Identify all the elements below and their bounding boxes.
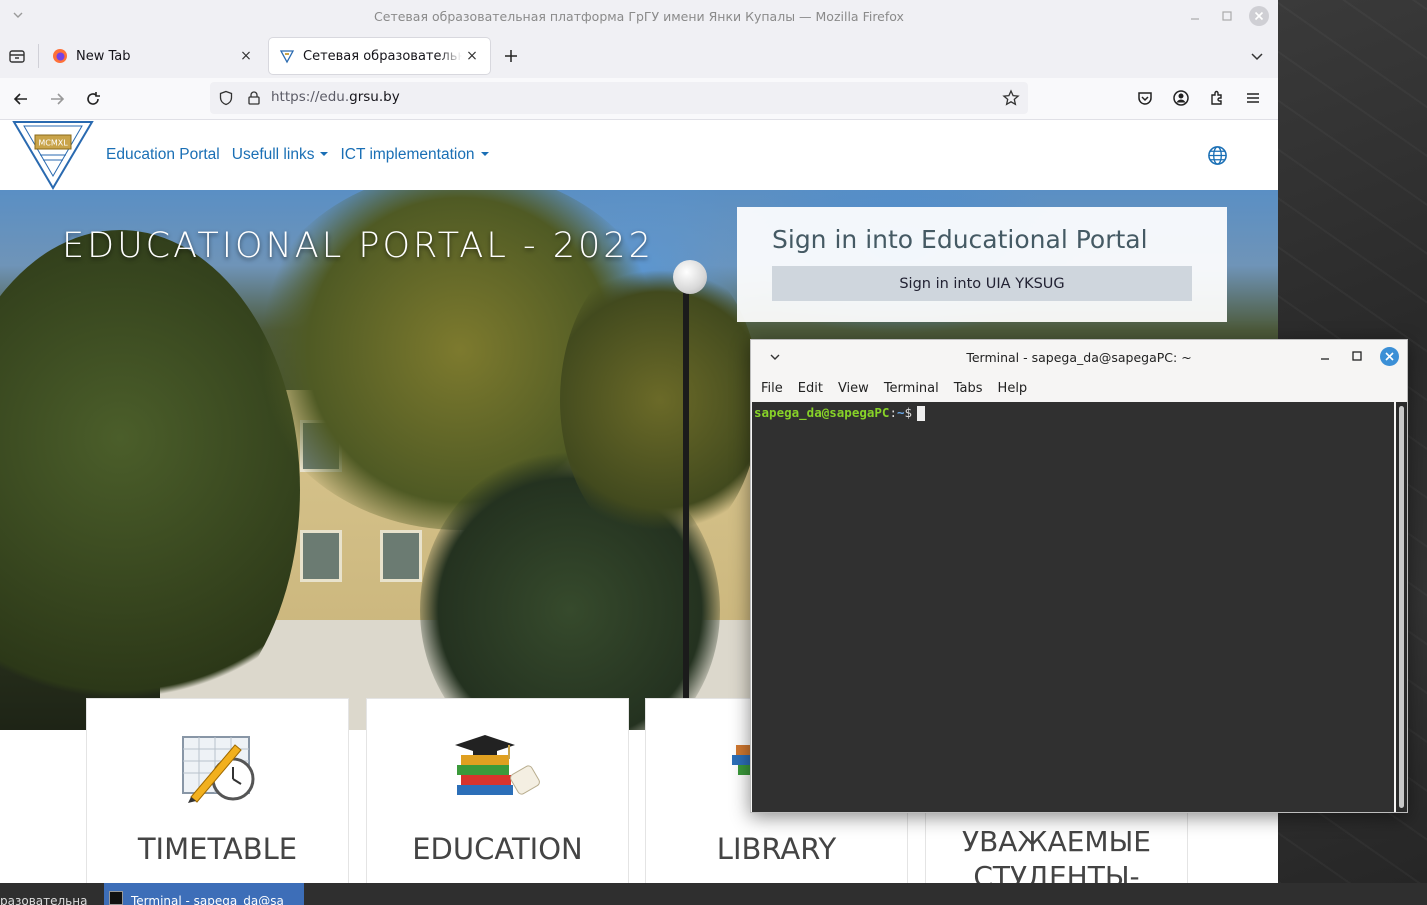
prompt-path: ~ xyxy=(897,405,905,420)
tab-strip: New Tab × Сетевая образовательная платфо… xyxy=(0,34,1278,78)
timetable-icon xyxy=(182,736,255,803)
card-label: TIMETABLE xyxy=(137,832,298,866)
menu-tabs[interactable]: Tabs xyxy=(954,378,983,400)
firefox-view-icon[interactable] xyxy=(8,47,26,65)
hamburger-menu-icon[interactable] xyxy=(1244,89,1262,107)
card-label: LIBRARY xyxy=(716,832,837,866)
terminal-scrollbar[interactable] xyxy=(1396,402,1407,812)
scrollbar-thumb[interactable] xyxy=(1399,406,1404,808)
menu-terminal[interactable]: Terminal xyxy=(884,378,939,400)
taskbar-item-label: Terminal - sapega_da@sa xyxy=(131,894,284,905)
terminal-menubar: File Edit View Terminal Tabs Help xyxy=(751,378,1032,400)
hero-tree xyxy=(560,250,760,550)
site-nav: Education Portal Usefull links ICT imple… xyxy=(106,146,489,164)
university-logo[interactable]: MCMXL xyxy=(12,120,94,190)
firefox-titlebar: Сетевая образовательная платформа ГрГУ и… xyxy=(0,0,1278,34)
menu-help[interactable]: Help xyxy=(998,378,1028,400)
url-text[interactable]: https://edu.grsu.by xyxy=(271,89,400,105)
tab-close-icon[interactable]: × xyxy=(236,46,256,66)
terminal-icon xyxy=(109,891,123,905)
tracking-protection-shield-icon[interactable] xyxy=(218,90,234,106)
books-graduation-icon xyxy=(455,735,540,795)
text-cursor xyxy=(917,406,926,421)
navigation-toolbar: https://edu.grsu.by xyxy=(0,78,1278,120)
dropdown-caret-icon xyxy=(320,151,329,156)
reload-icon[interactable] xyxy=(83,89,103,109)
close-window-icon[interactable] xyxy=(1380,347,1399,366)
terminal-window: Terminal - sapega_da@sapegaPC: ~ File Ed… xyxy=(750,339,1408,813)
minimize-icon[interactable] xyxy=(1317,348,1333,364)
tab-close-icon[interactable]: × xyxy=(462,46,482,66)
nav-education-portal[interactable]: Education Portal xyxy=(106,146,220,164)
card-label: EDUCATION xyxy=(412,832,583,866)
url-bar[interactable]: https://edu.grsu.by xyxy=(210,82,1028,114)
prompt-separator: : xyxy=(889,405,897,420)
prompt-symbol: $ xyxy=(904,405,913,420)
menu-edit[interactable]: Edit xyxy=(798,378,823,400)
card-timetable[interactable]: TIMETABLE xyxy=(86,698,349,885)
signin-title: Sign in into Educational Portal xyxy=(772,225,1148,254)
forward-arrow-icon[interactable] xyxy=(47,89,67,109)
tab-new-tab[interactable]: New Tab × xyxy=(42,38,264,74)
terminal-title: Terminal - sapega_da@sapegaPC: ~ xyxy=(966,350,1192,365)
dropdown-caret-icon xyxy=(480,151,489,156)
lock-icon[interactable] xyxy=(246,90,262,106)
window-title: Сетевая образовательная платформа ГрГУ и… xyxy=(374,9,904,24)
prompt-user-host: sapega_da@sapegaPC xyxy=(754,405,890,420)
signin-button[interactable]: Sign in into UIA YKSUG xyxy=(772,266,1192,301)
list-all-tabs-chevron-icon[interactable] xyxy=(1248,48,1266,66)
tab-edu-portal[interactable]: Сетевая образовательная платформа × xyxy=(269,38,490,74)
taskbar-item-terminal[interactable]: Terminal - sapega_da@sa xyxy=(104,883,304,905)
nav-usefull-links[interactable]: Usefull links xyxy=(232,146,329,164)
firefox-logo-icon xyxy=(53,49,67,63)
taskbar-item-label: разовательна xyxy=(0,894,88,905)
bookmark-star-icon[interactable] xyxy=(1002,89,1020,107)
close-window-icon[interactable] xyxy=(1249,6,1269,26)
tab-separator xyxy=(38,44,39,68)
back-arrow-icon[interactable] xyxy=(11,89,31,109)
extensions-puzzle-icon[interactable] xyxy=(1208,89,1226,107)
url-prefix: https://edu. xyxy=(271,89,350,105)
street-lamp xyxy=(683,280,689,730)
taskbar-item-firefox[interactable]: разовательна xyxy=(0,883,102,905)
tab-label: Сетевая образовательная платформа xyxy=(303,48,462,64)
site-header: MCMXL Education Portal Usefull links ICT… xyxy=(0,120,1278,190)
menu-file[interactable]: File xyxy=(761,378,783,400)
site-favicon-icon xyxy=(279,50,295,64)
url-host: grsu.by xyxy=(349,89,400,105)
nav-label: ICT implementation xyxy=(340,146,475,163)
nav-label: Usefull links xyxy=(231,146,315,163)
taskbar: разовательна Terminal - sapega_da@sa xyxy=(0,883,1427,905)
card-label: УВАЖАЕМЫЕ СТУДЕНТЫ- xyxy=(962,825,1151,885)
maximize-icon[interactable] xyxy=(1218,7,1236,25)
account-icon[interactable] xyxy=(1172,89,1190,107)
signin-panel: Sign in into Educational Portal Sign in … xyxy=(737,207,1227,322)
menu-view[interactable]: View xyxy=(838,378,869,400)
logo-text: MCMXL xyxy=(38,139,68,148)
hero-title: EDUCATIONAL PORTAL - 2022 xyxy=(62,226,654,266)
nav-ict-implementation[interactable]: ICT implementation xyxy=(340,146,489,164)
new-tab-plus-icon[interactable] xyxy=(502,47,520,65)
language-globe-icon[interactable] xyxy=(1207,145,1228,166)
card-education[interactable]: EDUCATION xyxy=(366,698,629,885)
tab-label: New Tab xyxy=(76,48,131,64)
pocket-icon[interactable] xyxy=(1136,89,1154,107)
street-lamp-globe xyxy=(673,260,707,294)
maximize-icon[interactable] xyxy=(1349,348,1365,364)
minimize-icon[interactable] xyxy=(1186,7,1204,25)
terminal-output[interactable]: sapega_da@sapegaPC:~$ xyxy=(752,402,1394,812)
